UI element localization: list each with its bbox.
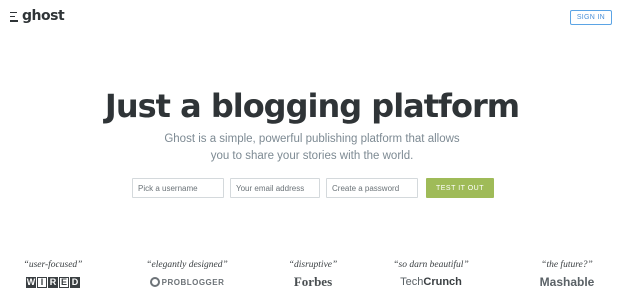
hero-subtitle: Ghost is a simple, powerful publishing p…	[164, 133, 460, 162]
hero-section: Just a blogging platform Ghost is a simp…	[0, 86, 624, 165]
ghost-logo[interactable]: ghost	[10, 8, 65, 24]
problogger-logo: PROBLOGGER	[142, 275, 232, 289]
problogger-icon	[149, 277, 160, 287]
press-item-techcrunch: “so darn beautiful” TechCrunch	[386, 260, 476, 289]
techcrunch-logo: TechCrunch	[400, 276, 462, 288]
logo-text: ghost	[22, 8, 65, 24]
mashable-logo: Mashable	[539, 275, 595, 289]
sign-in-button[interactable]: SIGN IN	[569, 10, 612, 25]
press-item-forbes: “disruptive” Forbes	[268, 260, 358, 289]
press-quotes: “user-focused” WIRED “elegantly designed…	[0, 260, 624, 300]
wired-logo: WIRED	[26, 276, 80, 288]
email-field[interactable]	[230, 178, 320, 198]
forbes-logo: Forbes	[293, 274, 333, 289]
press-quote: “so darn beautiful”	[393, 260, 469, 270]
press-quote: “disruptive”	[288, 260, 338, 270]
ghost-logo-icon	[10, 11, 19, 22]
page-title: Just a blogging platform	[104, 87, 520, 125]
press-item-mashable: “the future?” Mashable	[522, 260, 612, 289]
press-quote: “elegantly designed”	[146, 260, 228, 270]
press-quote: “the future?”	[541, 260, 593, 270]
site-header: ghost SIGN IN	[0, 0, 624, 34]
press-quote: “user-focused”	[23, 260, 83, 270]
signup-form: TEST IT OUT	[132, 178, 494, 198]
test-it-out-button[interactable]: TEST IT OUT	[426, 178, 494, 198]
press-item-wired: “user-focused” WIRED	[8, 260, 98, 289]
press-item-problogger: “elegantly designed” PROBLOGGER	[142, 260, 232, 289]
password-field[interactable]	[326, 178, 418, 198]
username-field[interactable]	[132, 178, 224, 198]
